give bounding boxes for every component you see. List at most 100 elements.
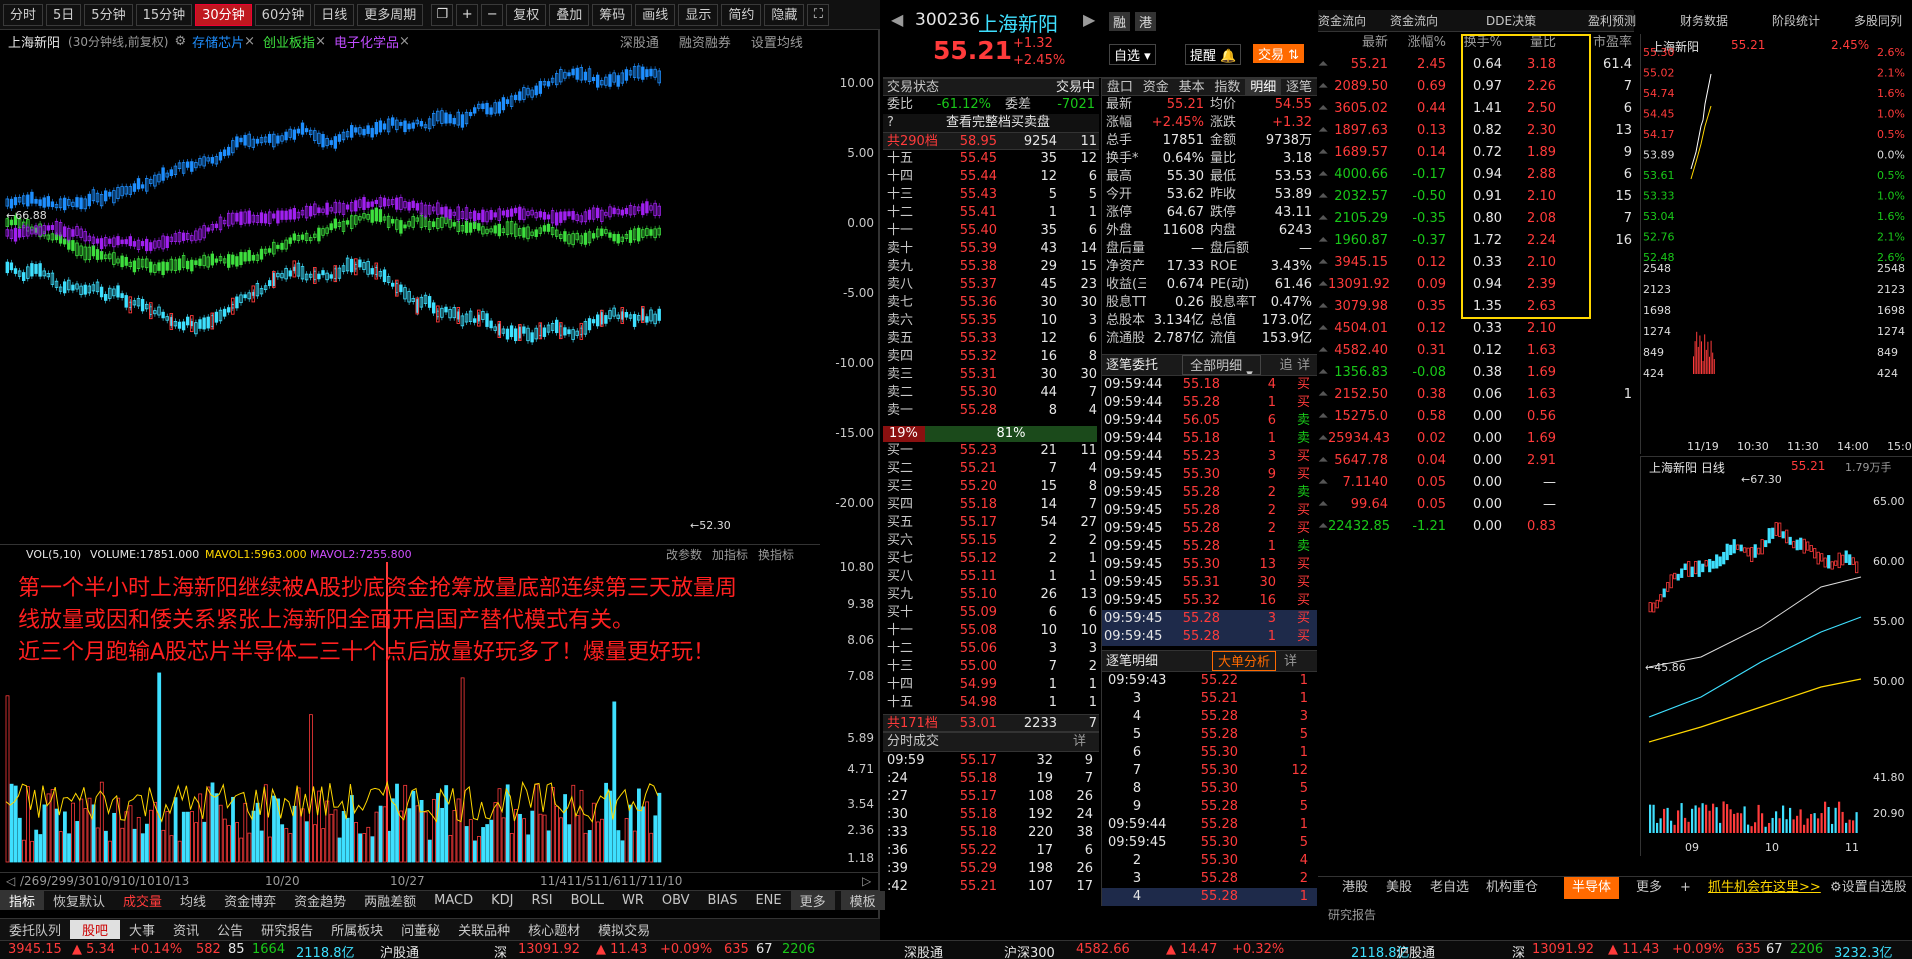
bid-level[interactable]: 买七 55.12 2 1 <box>883 550 1099 568</box>
tab-inst[interactable]: 机构重仓 <box>1486 877 1538 899</box>
promo-link[interactable]: 抓牛机会在这里>> <box>1708 877 1821 899</box>
tab-announcement[interactable]: 公告 <box>208 920 252 939</box>
bid-level[interactable]: 十三 55.00 7 2 <box>883 658 1099 676</box>
tab-kdj[interactable]: KDJ <box>482 893 522 908</box>
tab-fund-game[interactable]: 资金博弈 <box>215 891 285 910</box>
tab-more-list[interactable]: 更多 <box>1636 877 1662 899</box>
watchlist-row[interactable]: ⏶ 99.64 0.05 0.00 — <box>1318 494 1634 516</box>
fullscreen-icon[interactable]: ⛶ <box>807 3 830 26</box>
ask-level[interactable]: 卖一 55.28 8 4 <box>883 402 1099 420</box>
tab-forecast[interactable]: 盈利预测 <box>1588 10 1636 32</box>
period-5day[interactable]: 5日 <box>46 3 82 26</box>
hgt-label[interactable]: 沪股通 <box>380 942 419 959</box>
bid-level[interactable]: 十四 54.99 1 1 <box>883 676 1099 694</box>
overlay-button[interactable]: 叠加 <box>549 3 590 26</box>
bid-level[interactable]: 买二 55.21 7 4 <box>883 460 1099 478</box>
minus-icon[interactable]: − <box>481 3 504 26</box>
period-fenshi[interactable]: 分时 <box>3 3 44 26</box>
period-5min[interactable]: 5分钟 <box>84 3 133 26</box>
tab-financial[interactable]: 财务数据 <box>1680 10 1728 32</box>
watchlist-row[interactable]: ⏶ 22432.85 -1.21 0.00 0.83 <box>1318 516 1634 538</box>
window-icon[interactable]: ❐ <box>431 3 454 26</box>
tab-margin-diff[interactable]: 两融差额 <box>355 891 425 910</box>
close-icon[interactable]: × <box>399 34 410 49</box>
ask-level[interactable]: 卖三 55.31 30 30 <box>883 366 1099 384</box>
chips-button[interactable]: 筹码 <box>592 3 633 26</box>
research-label[interactable]: 研究报告 <box>1328 906 1376 923</box>
ask-level[interactable]: 十三 55.43 5 5 <box>883 186 1099 204</box>
tab-rsi[interactable]: RSI <box>522 893 561 908</box>
tab-ma[interactable]: 均线 <box>171 891 215 910</box>
ask-level[interactable]: 十二 55.41 1 1 <box>883 204 1099 222</box>
watchlist-button[interactable]: 自选 ▾ <box>1109 44 1156 65</box>
watchlist-row[interactable]: ⏶ 7.1140 0.05 0.00 — <box>1318 472 1634 494</box>
watchlist-row[interactable]: ⏶ 5647.78 0.04 0.00 2.91 <box>1318 450 1634 472</box>
tab-reset[interactable]: 恢复默认 <box>44 891 114 910</box>
tab-us[interactable]: 美股 <box>1386 877 1412 899</box>
link-sgt[interactable]: 深股通 <box>620 32 659 51</box>
tab-more[interactable]: 更多 <box>790 891 835 910</box>
tab-bias[interactable]: BIAS <box>699 893 747 908</box>
settings-watch[interactable]: ⚙设置自选股 <box>1830 877 1907 899</box>
add-icon[interactable]: + <box>1680 877 1691 899</box>
bid-level[interactable]: 买五 55.17 54 27 <box>883 514 1099 532</box>
tab-ask-secretary[interactable]: 问董秘 <box>392 920 449 939</box>
trade-button[interactable]: 交易 ⇅ <box>1253 44 1305 63</box>
display-button[interactable]: 显示 <box>678 3 719 26</box>
watchlist-row[interactable]: ⏶ 15275.0 0.58 0.00 0.56 <box>1318 406 1634 428</box>
tab-ene[interactable]: ENE <box>746 893 790 908</box>
bid-level[interactable]: 买九 55.10 26 13 <box>883 586 1099 604</box>
bid-level[interactable]: 买三 55.20 15 8 <box>883 478 1099 496</box>
period-daily[interactable]: 日线 <box>314 3 355 26</box>
period-30min[interactable]: 30分钟 <box>195 3 252 26</box>
tab-news[interactable]: 资讯 <box>164 920 208 939</box>
big-order-button[interactable]: 大单分析 <box>1212 651 1276 671</box>
ask-level[interactable]: 卖八 55.37 45 23 <box>883 276 1099 294</box>
tab-core-theme[interactable]: 核心题材 <box>519 920 589 939</box>
simple-button[interactable]: 简约 <box>721 3 762 26</box>
tab-stage[interactable]: 阶段统计 <box>1772 10 1820 32</box>
tab-obv[interactable]: OBV <box>653 893 699 908</box>
tab-guba[interactable]: 股吧 <box>70 920 121 939</box>
watchlist-row[interactable]: ⏶ 4582.40 0.31 0.12 1.63 <box>1318 340 1634 362</box>
ask-level[interactable]: 十五 55.45 35 12 <box>883 150 1099 168</box>
ask-level[interactable]: 十四 55.44 12 6 <box>883 168 1099 186</box>
tab-sim-trade[interactable]: 模拟交易 <box>589 920 659 939</box>
stats-tab[interactable]: 明细 <box>1245 79 1282 95</box>
link-margin[interactable]: 融资融券 <box>679 32 731 51</box>
period-more[interactable]: 更多周期 <box>357 3 424 26</box>
watchlist-row[interactable]: ⏶ 2152.50 0.38 0.06 1.63 1 <box>1318 384 1634 406</box>
watchlist-row[interactable]: ⏶ 4504.01 0.12 0.33 2.10 <box>1318 318 1634 340</box>
tab-semiconductor[interactable]: 半导体 <box>1564 877 1620 899</box>
period-15min[interactable]: 15分钟 <box>135 3 193 26</box>
ask-level[interactable]: 卖九 55.38 29 15 <box>883 258 1099 276</box>
stats-tab[interactable]: 盘口 <box>1102 79 1138 95</box>
mini-intraday-chart[interactable]: 55.30 2.6% 55.02 2.1% 54.74 1.6% 54.45 1.0% 54.1… <box>1641 34 1912 454</box>
plus-icon[interactable]: + <box>456 3 479 26</box>
tab-sector[interactable]: 所属板块 <box>322 920 392 939</box>
watchlist-row[interactable]: ⏶ 1356.83 -0.08 0.38 1.69 <box>1318 362 1634 384</box>
draw-button[interactable]: 画线 <box>635 3 676 26</box>
ask-level[interactable]: 卖六 55.35 10 3 <box>883 312 1099 330</box>
tab-macd[interactable]: MACD <box>425 893 482 908</box>
stats-tab[interactable]: 基本 <box>1174 79 1210 95</box>
fuquan-button[interactable]: 复权 <box>506 3 547 26</box>
overlay-storage-chip[interactable]: 存储芯片 <box>192 32 244 51</box>
tab-boll[interactable]: BOLL <box>562 893 613 908</box>
close-icon[interactable]: × <box>315 34 326 49</box>
tab-related[interactable]: 关联品种 <box>449 920 519 939</box>
ask-level[interactable]: 卖四 55.32 16 8 <box>883 348 1099 366</box>
mini-daily-chart[interactable]: 65.00 60.00 55.00 50.00 41.80 20.90 ←67.30 ←45.… <box>1641 457 1912 857</box>
tab-indicator[interactable]: 指标 <box>0 891 45 910</box>
bid-level[interactable]: 十五 54.98 1 1 <box>883 694 1099 712</box>
order-filter-select[interactable]: 全部明细 ▾ <box>1181 355 1262 375</box>
alert-button[interactable]: 提醒 🔔 <box>1185 44 1242 65</box>
edit-params-button[interactable]: 改参数 <box>666 546 702 563</box>
full-book-link[interactable]: ? 查看完整档买卖盘 <box>883 114 1099 132</box>
tab-fund-trend[interactable]: 资金趋势 <box>285 891 355 910</box>
scroll-left-icon[interactable]: ◁ <box>6 874 15 888</box>
tab-multi[interactable]: 多股同列 <box>1854 10 1902 32</box>
hgt-label-2[interactable]: 沪股通 <box>1396 942 1435 959</box>
tab-wr[interactable]: WR <box>613 893 653 908</box>
tab-order-queue[interactable]: 委托队列 <box>0 920 70 939</box>
